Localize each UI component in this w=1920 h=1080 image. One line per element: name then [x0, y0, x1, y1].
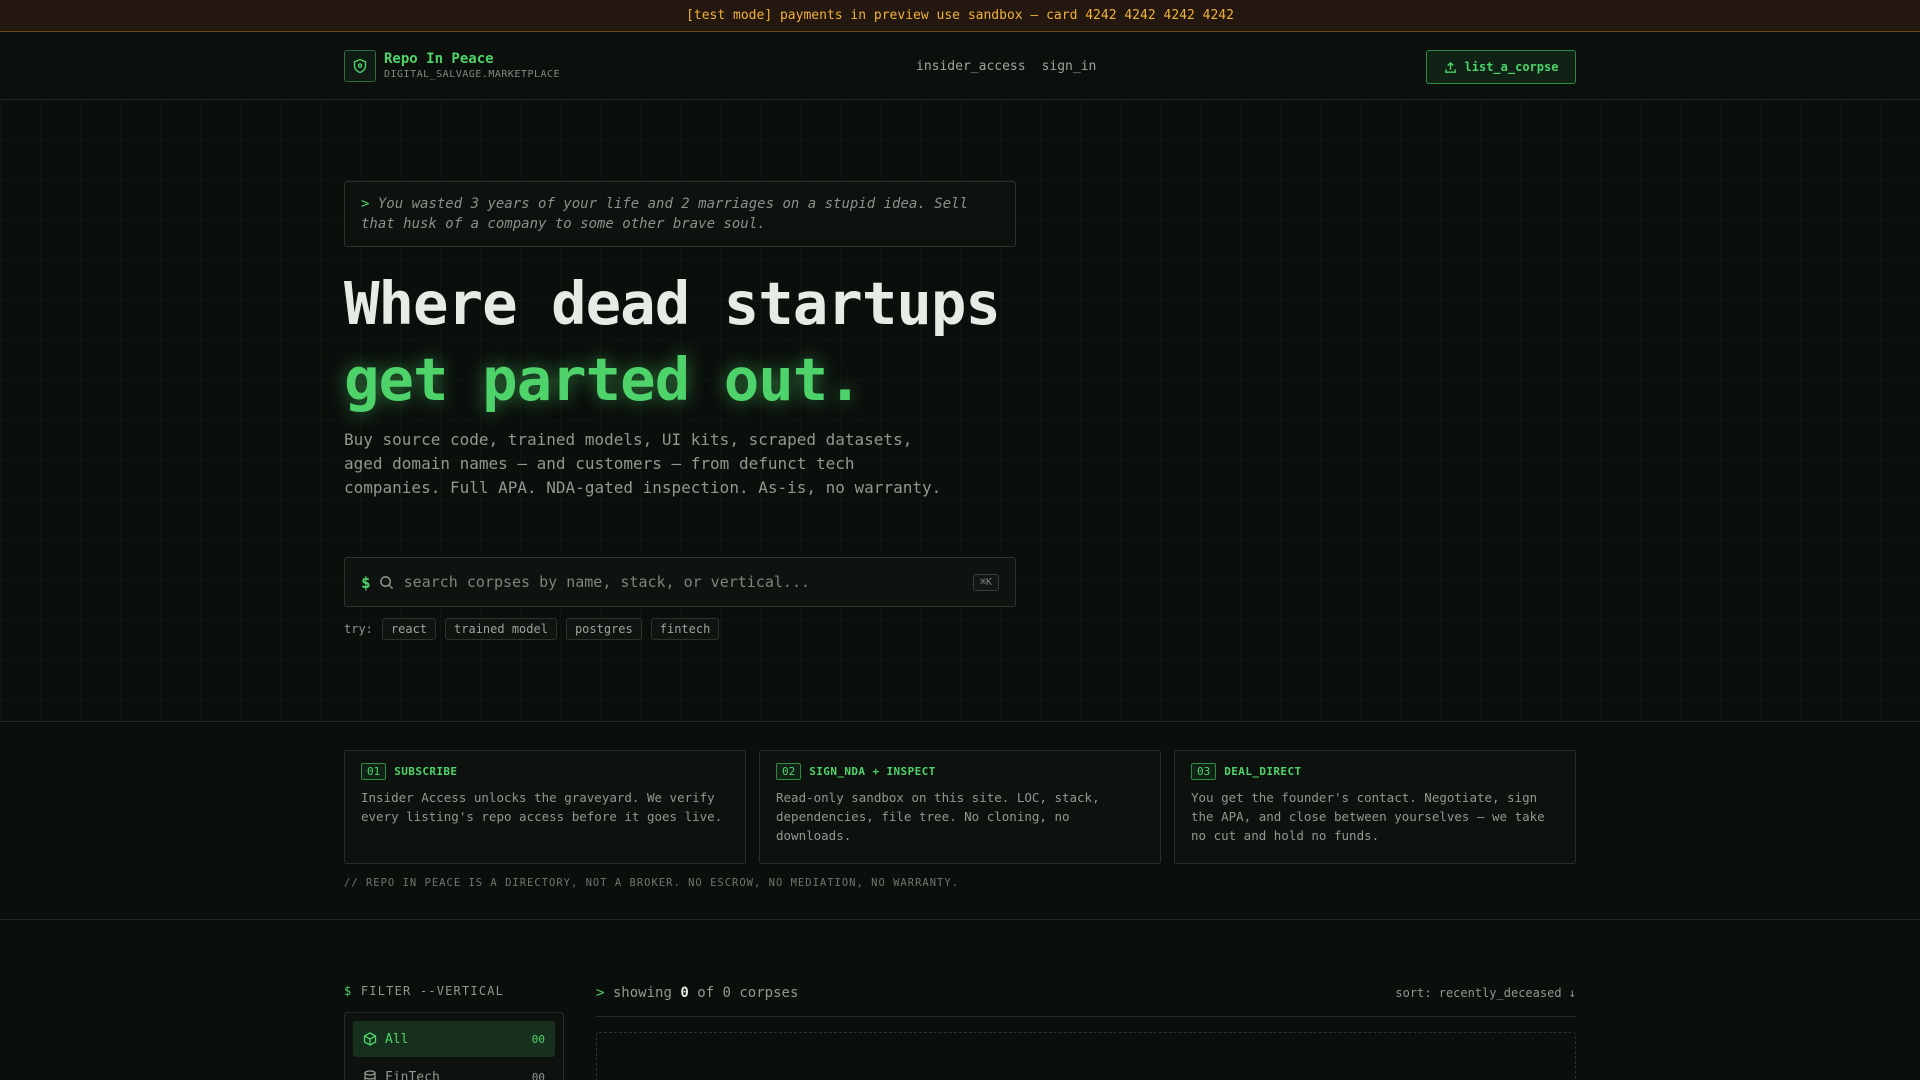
- filter-item-fintech[interactable]: FinTech 00: [353, 1059, 555, 1080]
- cube-icon: [363, 1032, 377, 1046]
- upload-icon: [1444, 61, 1457, 74]
- step-number: 03: [1191, 763, 1217, 780]
- sort-dropdown[interactable]: sort: recently_deceased ↓: [1395, 986, 1576, 1000]
- hero-quote: > You wasted 3 years of your life and 2 …: [344, 181, 1016, 247]
- hero-title: Where dead startups get parted out.: [344, 266, 1104, 418]
- results-showing-label: showing: [612, 985, 672, 1001]
- quote-prompt: >: [361, 196, 370, 212]
- quote-text: You wasted 3 years of your life and 2 ma…: [361, 196, 968, 232]
- try-label: try:: [344, 622, 373, 636]
- filter-item-count: 00: [531, 1032, 545, 1046]
- list-a-corpse-button[interactable]: list_a_corpse: [1426, 50, 1576, 84]
- step-body: Insider Access unlocks the graveyard. We…: [361, 790, 723, 824]
- results-header: > showing 0 of 0 corpses sort: recently_…: [596, 985, 1576, 1017]
- results-shown-count: 0: [680, 985, 689, 1001]
- filter-title: FILTER --VERTICAL: [360, 984, 505, 998]
- step-number: 02: [776, 763, 802, 780]
- suggestion-chip-trained-model[interactable]: trained model: [445, 618, 557, 640]
- section-divider: [0, 919, 1920, 920]
- suggestion-chip-fintech[interactable]: fintech: [650, 618, 720, 640]
- results-unit: corpses: [739, 985, 799, 1001]
- nav-links: insider_access sign_in: [916, 58, 1096, 75]
- step-card: 03 DEAL_DIRECT You get the founder's con…: [1174, 750, 1576, 864]
- results-total-count: 0: [722, 985, 731, 1001]
- brand-name: Repo In Peace: [384, 50, 494, 67]
- nav-sign-in-link[interactable]: sign_in: [1042, 58, 1097, 75]
- search-icon: [379, 575, 394, 590]
- step-title: SUBSCRIBE: [394, 765, 458, 778]
- filter-heading: $ FILTER --VERTICAL: [344, 984, 504, 998]
- results-prompt: >: [596, 985, 605, 1001]
- brand-tagline: DIGITAL_SALVAGE.MARKETPLACE: [384, 68, 561, 80]
- filter-item-count: 00: [531, 1070, 545, 1080]
- nav-insider-access-link[interactable]: insider_access: [916, 58, 1026, 75]
- step-title: SIGN_NDA + INSPECT: [809, 765, 936, 778]
- list-a-corpse-label: list_a_corpse: [1464, 60, 1559, 74]
- hero-title-line2: get parted out.: [344, 345, 863, 414]
- step-card: 01 SUBSCRIBE Insider Access unlocks the …: [344, 750, 746, 864]
- results-list-empty: [596, 1032, 1576, 1080]
- vertical-filter-panel: All 00 FinTech 00: [344, 1012, 564, 1080]
- filter-prompt: $: [344, 984, 353, 998]
- how-it-works-steps: 01 SUBSCRIBE Insider Access unlocks the …: [344, 750, 1576, 864]
- suggestion-chip-postgres[interactable]: postgres: [565, 618, 642, 640]
- filter-item-label: All: [385, 1031, 409, 1047]
- filter-item-label: FinTech: [385, 1069, 440, 1080]
- search-suggestions: try: react trained model postgres fintec…: [344, 618, 720, 640]
- step-body: You get the founder's contact. Negotiate…: [1191, 790, 1545, 843]
- hero-title-line1: Where dead startups: [344, 269, 1001, 338]
- search-shortcut-hint: ⌘K: [972, 573, 999, 591]
- banner-text: [test mode] payments in preview use sand…: [686, 8, 1234, 23]
- search-prompt: $: [361, 572, 371, 592]
- database-icon: [363, 1070, 377, 1080]
- filter-item-all[interactable]: All 00: [353, 1021, 555, 1057]
- disclaimer-text: // REPO IN PEACE IS A DIRECTORY, NOT A B…: [344, 877, 960, 889]
- top-nav: Repo In Peace DIGITAL_SALVAGE.MARKETPLAC…: [0, 33, 1920, 100]
- test-mode-banner: [test mode] payments in preview use sand…: [0, 0, 1920, 32]
- search-bar[interactable]: $ ⌘K: [344, 557, 1016, 607]
- hero-description: Buy source code, trained models, UI kits…: [344, 430, 942, 497]
- step-body: Read-only sandbox on this site. LOC, sta…: [776, 790, 1100, 843]
- suggestion-chip-react[interactable]: react: [381, 618, 437, 640]
- step-title: DEAL_DIRECT: [1224, 765, 1302, 778]
- results-of-label: of: [697, 985, 715, 1001]
- search-input[interactable]: [403, 573, 973, 591]
- brand[interactable]: Repo In Peace DIGITAL_SALVAGE.MARKETPLAC…: [344, 50, 560, 82]
- step-number: 01: [361, 763, 387, 780]
- section-divider: [0, 721, 1920, 722]
- step-card: 02 SIGN_NDA + INSPECT Read-only sandbox …: [759, 750, 1161, 864]
- shield-icon: [344, 50, 376, 82]
